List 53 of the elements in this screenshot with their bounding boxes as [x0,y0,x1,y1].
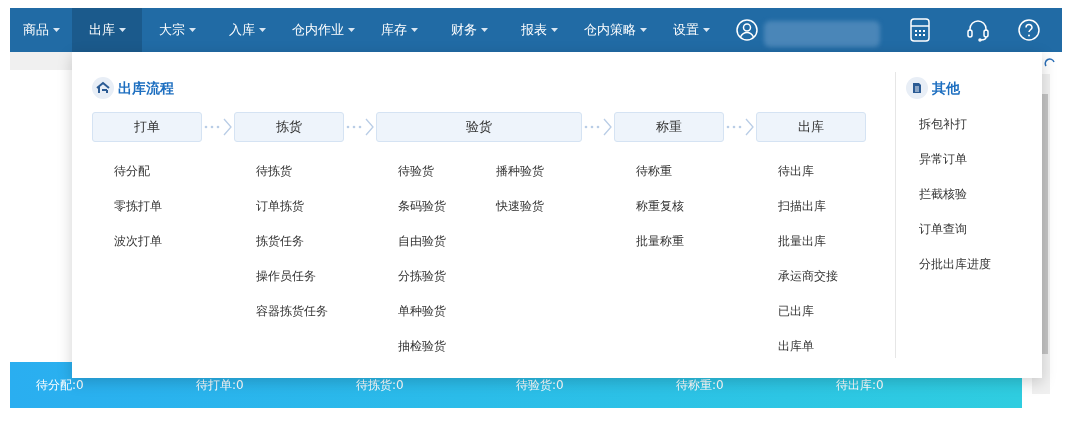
nav-menu[interactable]: 仓内策略 [574,8,656,52]
status-count: 待打单:0 [196,377,245,394]
menu-link[interactable]: 零拣打单 [114,188,190,223]
stage-label: 出库 [756,112,866,142]
menu-link[interactable]: 分拣验货 [398,258,474,293]
menu-link[interactable]: 拣货任务 [256,223,332,258]
stage-label: 验货 [376,112,582,142]
nav-menu[interactable]: 报表 [504,8,574,52]
menu-link[interactable]: 容器拣货任务 [256,293,332,328]
menu-link[interactable]: 待拣货 [256,153,332,188]
menu-link[interactable]: 播种验货 [496,153,572,188]
menu-link[interactable]: 出库单 [778,328,854,363]
menu-link[interactable]: 待称重 [636,153,712,188]
menu-link[interactable]: 异常订单 [919,141,1035,176]
menu-link[interactable]: 批量称重 [636,223,712,258]
menu-link[interactable]: 分批出库进度 [919,246,1035,281]
menu-link[interactable]: 单种验货 [398,293,474,328]
status-count: 待验货:0 [516,377,565,394]
menu-link[interactable]: 订单拣货 [256,188,332,223]
nav-menu[interactable]: 大宗 [142,8,212,52]
section-title: 出库流程 [118,78,174,98]
menu-link[interactable]: 称重复核 [636,188,712,223]
menu-link[interactable]: 操作员任务 [256,258,332,293]
menu-link[interactable]: 待分配 [114,153,190,188]
stage-label: 称重 [614,112,724,142]
nav-menu[interactable]: 库存 [364,8,434,52]
nav-menu[interactable]: 仓内作业 [282,8,364,52]
menu-link[interactable]: 批量出库 [778,223,854,258]
nav-menu[interactable]: 商品 [10,8,72,52]
nav-menu[interactable]: 出库 [72,8,142,52]
menu-link[interactable]: 承运商交接 [778,258,854,293]
menu-link[interactable]: 自由验货 [398,223,474,258]
nav-menu[interactable]: 入库 [212,8,282,52]
menu-link[interactable]: 拦截核验 [919,176,1035,211]
stage-label: 打单 [92,112,202,142]
menu-link[interactable]: 扫描出库 [778,188,854,223]
menu-link[interactable]: 待出库 [778,153,854,188]
menu-link[interactable]: 波次打单 [114,223,190,258]
menu-link[interactable]: 订单查询 [919,211,1035,246]
status-count: 待分配:0 [36,377,85,394]
menu-link[interactable]: 快速验货 [496,188,572,223]
menu-link[interactable]: 已出库 [778,293,854,328]
menu-link[interactable]: 抽检验货 [398,328,474,363]
status-count: 待拣货:0 [356,377,405,394]
menu-link[interactable]: 拆包补打 [919,106,1035,141]
nav-menu[interactable]: 设置 [656,8,726,52]
section-title: 其他 [932,78,960,98]
menu-link[interactable]: 条码验货 [398,188,474,223]
status-count: 待出库:0 [836,377,885,394]
menu-link[interactable]: 待验货 [398,153,474,188]
status-count: 待称重:0 [676,377,725,394]
nav-menu[interactable]: 财务 [434,8,504,52]
stage-label: 拣货 [234,112,344,142]
